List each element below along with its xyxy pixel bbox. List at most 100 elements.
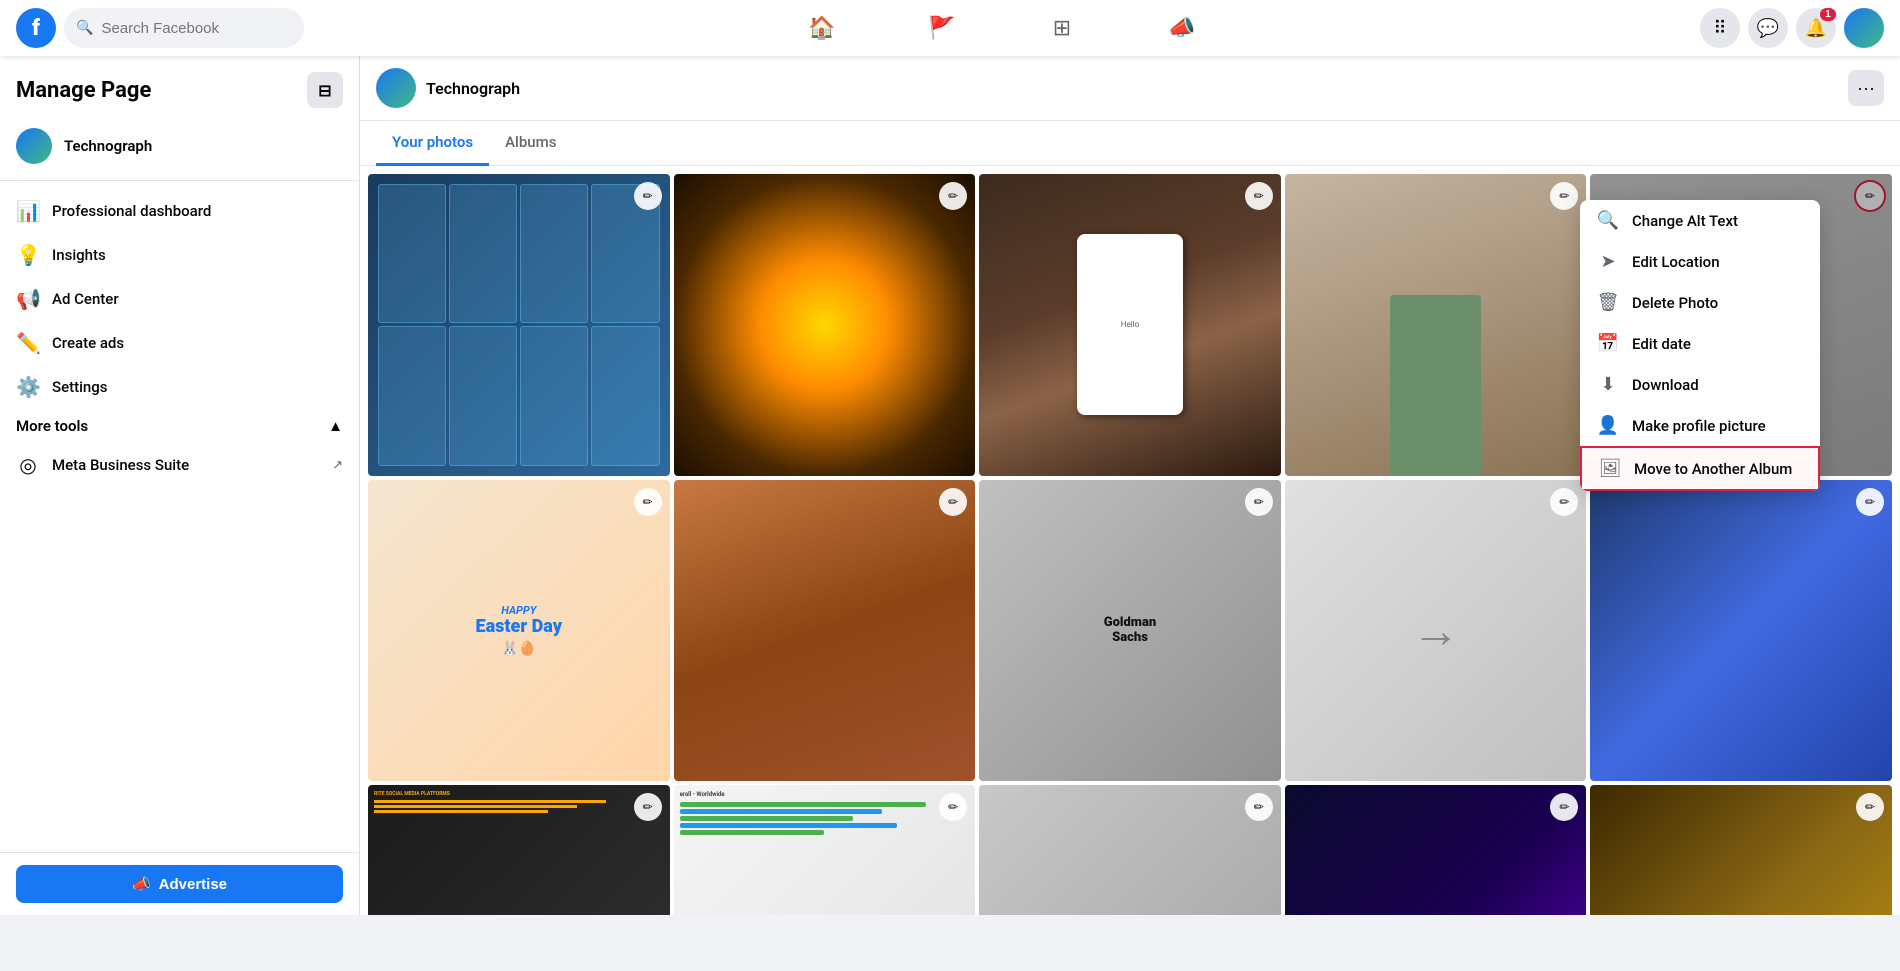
edit-photo-jeans[interactable]: ✏ bbox=[1856, 488, 1884, 516]
edit-photo-tech[interactable]: ✏ bbox=[634, 182, 662, 210]
social-text: RITE SOCIAL MEDIA PLATFORMS bbox=[374, 791, 664, 798]
messenger-button[interactable]: 💬 bbox=[1748, 8, 1788, 48]
menu-item-move-to-album[interactable]: 🖼 Move to Another Album bbox=[1580, 446, 1820, 491]
top-navigation: f 🔍 🏠 🚩 ⊞ 📣 ⠿ 💬 🔔 1 bbox=[0, 0, 1900, 56]
tab-your-photos[interactable]: Your photos bbox=[376, 121, 489, 166]
edit-date-label: Edit date bbox=[1632, 335, 1691, 353]
tab-albums[interactable]: Albums bbox=[489, 121, 572, 166]
edit-photo-bitcoin[interactable]: ✏ bbox=[1856, 793, 1884, 821]
menu-item-delete-photo[interactable]: 🗑 Delete Photo bbox=[1580, 282, 1820, 323]
change-alt-text-icon: 🔍 bbox=[1596, 210, 1620, 231]
advertise-label: Advertise bbox=[159, 876, 227, 893]
photo-cell-chart[interactable]: erall - Worldwide ✏ bbox=[674, 785, 976, 915]
more-tools-section: More tools ▲ bbox=[8, 409, 351, 443]
sidebar-item-meta-business-suite[interactable]: ◎ Meta Business Suite ↗ bbox=[8, 443, 351, 487]
edit-location-icon: ➤ bbox=[1596, 251, 1620, 272]
goldman-text: GoldmanSachs bbox=[1104, 615, 1157, 646]
search-input[interactable] bbox=[101, 20, 292, 37]
menu-item-edit-date[interactable]: 📅 Edit date bbox=[1580, 323, 1820, 364]
sidebar-item-settings[interactable]: ⚙️ Settings bbox=[8, 365, 351, 409]
settings-icon: ⚙️ bbox=[16, 375, 40, 399]
sidebar-item-label-ad-center: Ad Center bbox=[52, 290, 119, 308]
photo-cell-arrow[interactable]: → ✏ bbox=[1285, 480, 1587, 782]
apps-icon: ⠿ bbox=[1713, 18, 1726, 39]
sidebar-item-label-settings: Settings bbox=[52, 378, 108, 396]
sidebar-item-label-professional-dashboard: Professional dashboard bbox=[52, 202, 211, 220]
photo-cell-phone[interactable]: Hello ✏ bbox=[979, 174, 1281, 476]
menu-item-make-profile-picture[interactable]: 👤 Make profile picture bbox=[1580, 405, 1820, 446]
sidebar-navigation: 📊 Professional dashboard 💡 Insights 📢 Ad… bbox=[0, 181, 359, 852]
photo-cell-goldman[interactable]: GoldmanSachs ✏ bbox=[979, 480, 1281, 782]
apps-button[interactable]: ⠿ bbox=[1700, 8, 1740, 48]
menu-item-edit-location[interactable]: ➤ Edit Location bbox=[1580, 241, 1820, 282]
manage-page-label: Manage Page bbox=[16, 78, 151, 103]
edit-photo-light[interactable]: ✏ bbox=[939, 182, 967, 210]
easter-day-text: Easter Day bbox=[476, 617, 563, 637]
sidebar-item-ad-center[interactable]: 📢 Ad Center bbox=[8, 277, 351, 321]
make-profile-picture-label: Make profile picture bbox=[1632, 417, 1766, 435]
sidebar-page-item[interactable]: Technograph bbox=[16, 120, 343, 172]
nav-pages-button[interactable]: 🚩 bbox=[886, 4, 998, 52]
nav-home-button[interactable]: 🏠 bbox=[766, 4, 878, 52]
edit-photo-dollar[interactable]: ✏ bbox=[1245, 793, 1273, 821]
change-alt-text-label: Change Alt Text bbox=[1632, 212, 1738, 230]
facebook-logo[interactable]: f bbox=[16, 8, 56, 48]
arrow-symbol: → bbox=[1412, 602, 1460, 659]
ad-center-icon: 📢 bbox=[16, 287, 40, 311]
photo-cell-easter[interactable]: HAPPY Easter Day 🐰🥚 ✏ bbox=[368, 480, 670, 782]
photo-cell-jeans[interactable]: ✏ bbox=[1590, 480, 1892, 782]
messenger-icon: 💬 bbox=[1757, 18, 1779, 39]
sidebar-item-create-ads[interactable]: ✏️ Create ads bbox=[8, 321, 351, 365]
edit-photo-plant[interactable]: ✏ bbox=[1550, 182, 1578, 210]
sidebar-item-insights[interactable]: 💡 Insights bbox=[8, 233, 351, 277]
sidebar-item-professional-dashboard[interactable]: 📊 Professional dashboard bbox=[8, 189, 351, 233]
search-bar[interactable]: 🔍 bbox=[64, 8, 304, 48]
sidebar-item-label-meta: Meta Business Suite bbox=[52, 456, 189, 474]
photo-cell-social[interactable]: RITE SOCIAL MEDIA PLATFORMS ✏ bbox=[368, 785, 670, 915]
nav-marketplace-button[interactable]: ⊞ bbox=[1006, 4, 1118, 52]
edit-photo-arrow[interactable]: ✏ bbox=[1550, 488, 1578, 516]
photo-cell-light[interactable]: ✏ bbox=[674, 174, 976, 476]
notifications-button[interactable]: 🔔 1 bbox=[1796, 8, 1836, 48]
photo-cell-street[interactable]: ✏ bbox=[674, 480, 976, 782]
photo-cell-plant[interactable]: ✏ bbox=[1285, 174, 1587, 476]
sidebar-collapse-button[interactable]: ⊟ bbox=[307, 72, 343, 108]
photo-cell-bitcoin[interactable]: ₿ ✏ bbox=[1590, 785, 1892, 915]
menu-item-change-alt-text[interactable]: 🔍 Change Alt Text bbox=[1580, 200, 1820, 241]
edit-date-icon: 📅 bbox=[1596, 333, 1620, 354]
page-header-avatar bbox=[376, 68, 416, 108]
search-icon: 🔍 bbox=[76, 20, 93, 36]
more-tools-toggle[interactable]: ▲ bbox=[328, 417, 343, 435]
chart-title: erall - Worldwide bbox=[680, 791, 970, 798]
page-avatar bbox=[16, 128, 52, 164]
nav-ads-button[interactable]: 📣 bbox=[1126, 4, 1238, 52]
page-name: Technograph bbox=[64, 137, 152, 155]
page-header-left: Technograph bbox=[376, 68, 520, 108]
edit-photo-street[interactable]: ✏ bbox=[939, 488, 967, 516]
context-menu: 🔍 Change Alt Text ➤ Edit Location 🗑 Dele… bbox=[1580, 200, 1820, 491]
edit-photo-phone[interactable]: ✏ bbox=[1245, 182, 1273, 210]
notification-badge: 1 bbox=[1820, 8, 1836, 21]
menu-item-download[interactable]: ⬇ Download bbox=[1580, 364, 1820, 405]
move-to-album-label: Move to Another Album bbox=[1634, 460, 1792, 478]
photo-cell-neon[interactable]: ✏ bbox=[1285, 785, 1587, 915]
edit-photo-goldman[interactable]: ✏ bbox=[1245, 488, 1273, 516]
delete-photo-icon: 🗑 bbox=[1596, 292, 1620, 313]
easter-emoji: 🐰🥚 bbox=[476, 641, 563, 657]
sidebar-item-label-insights: Insights bbox=[52, 246, 106, 264]
sidebar-title: Manage Page ⊟ bbox=[16, 72, 343, 108]
insights-icon: 💡 bbox=[16, 243, 40, 267]
edit-photo-social[interactable]: ✏ bbox=[634, 793, 662, 821]
photo-cell-dollar[interactable]: ✏ bbox=[979, 785, 1281, 915]
photo-cell-tech[interactable]: ✏ bbox=[368, 174, 670, 476]
edit-photo-neon[interactable]: ✏ bbox=[1550, 793, 1578, 821]
sidebar-item-label-create-ads: Create ads bbox=[52, 334, 124, 352]
tabs-bar: Your photos Albums bbox=[360, 121, 1900, 166]
avatar[interactable] bbox=[1844, 8, 1884, 48]
page-header-more-button[interactable]: ··· bbox=[1848, 70, 1884, 106]
download-icon: ⬇ bbox=[1596, 374, 1620, 395]
sidebar-footer: 📣 Advertise bbox=[0, 852, 359, 915]
advertise-button[interactable]: 📣 Advertise bbox=[16, 865, 343, 903]
edit-photo-easter[interactable]: ✏ bbox=[634, 488, 662, 516]
meta-business-icon: ◎ bbox=[16, 453, 40, 477]
